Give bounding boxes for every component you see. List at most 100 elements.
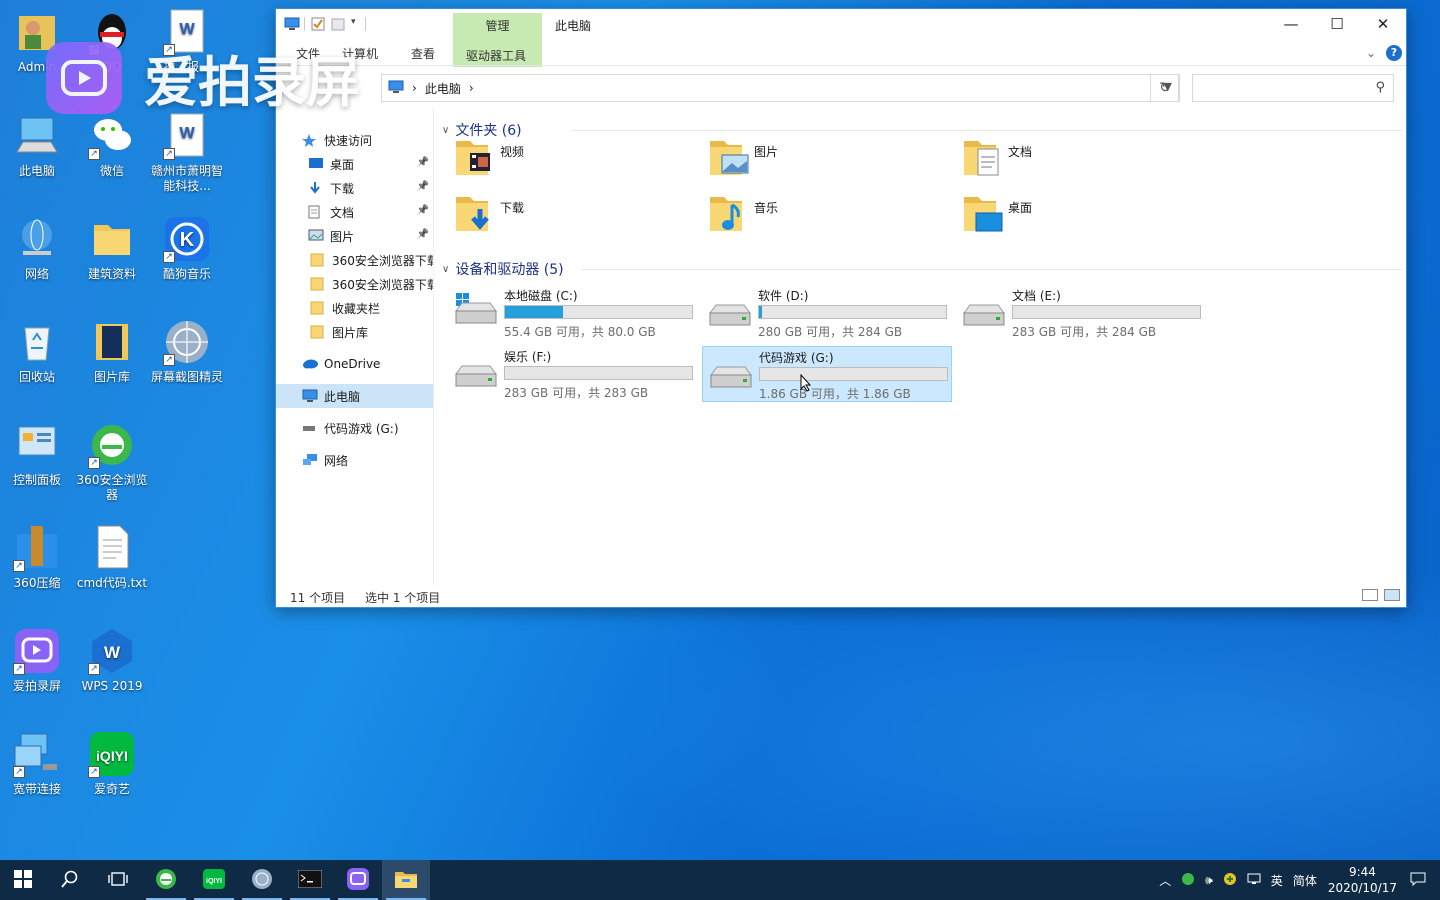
360-tray-icon[interactable] [1181,872,1195,889]
breadcrumb-separator[interactable]: › [412,81,417,95]
taskbar-start-button[interactable] [0,860,46,900]
computer-small-icon[interactable] [284,17,300,31]
taskbar-search-button[interactable] [46,860,94,900]
search-input[interactable]: ⚲ [1192,74,1394,102]
nav-quick-access[interactable]: 快速访问 [276,128,433,152]
desktop-icon[interactable]: ↗ 爱拍录屏 [0,627,74,694]
nav-item[interactable]: 文档 📌 [276,200,433,224]
taskbar-task-view-button[interactable] [94,860,142,900]
desktop-icon[interactable]: W ↗ WPS 2019 [75,627,149,694]
pin-icon[interactable]: 📌 [417,157,429,168]
nav-item[interactable]: 360安全浏览器下载 [276,248,433,272]
nav-network[interactable]: 网络 [276,448,433,472]
control-panel-icon [13,421,61,469]
breadcrumb-this-pc[interactable]: 此电脑 [425,80,461,97]
properties-icon[interactable] [311,17,325,31]
desktop-icon[interactable]: 此电脑 [0,112,74,179]
nav-item[interactable]: 图片 📌 [276,224,433,248]
folder-item[interactable]: 音乐 [708,191,958,243]
drive-item[interactable]: 娱乐 (F:) 283 GB 可用，共 283 GB [448,346,698,402]
svg-text:W: W [179,125,195,142]
desktop-icon[interactable]: W ↗ 赣州市萧明智能科技... [150,112,224,194]
minimize-button[interactable]: — [1268,9,1314,39]
address-bar[interactable]: › 此电脑 › ▼ [381,74,1179,102]
title-bar[interactable]: ▾ 管理 此电脑 — ☐ ✕ [276,9,1406,67]
desktop-icon[interactable]: ↗ 360安全浏览器 [75,421,149,503]
nav-item-label: 图片 [330,229,355,244]
ime-language[interactable]: 英 [1271,872,1283,889]
folder-item[interactable]: 图片 [708,135,958,187]
clock[interactable]: 9:44 2020/10/17 [1328,864,1397,896]
help-icon[interactable]: ? [1386,45,1402,61]
desktop-icon[interactable]: ↗ 360压缩 [0,524,74,591]
desktop-icon[interactable]: ↗ 宽带连接 [0,730,74,797]
taskbar-terminal-button[interactable] [286,860,334,900]
pin-icon[interactable]: 📌 [417,181,429,192]
folder-item[interactable]: 文档 [962,135,1212,187]
desktop-icon[interactable]: cmd代码.txt [75,524,149,591]
desktop-icon[interactable]: 控制面板 [0,421,74,488]
refresh-button[interactable]: ↻ [1150,74,1180,102]
desktop-icon-label: 360压缩 [13,576,61,590]
desktop-icon[interactable]: 网络 [0,215,74,282]
drive-item[interactable]: 文档 (E:) 283 GB 可用，共 284 GB [956,285,1206,341]
ribbon-expand-icon[interactable]: ⌄ [1366,46,1376,60]
security-tray-icon[interactable] [1223,872,1237,889]
drive-usage-fill [759,306,762,318]
chevron-down-icon: ∨ [442,124,450,136]
desktop-icon [308,157,324,171]
chevron-down-icon[interactable]: ▾ [351,17,359,31]
nav-item[interactable]: 360安全浏览器下载 [276,272,433,296]
nav-drive-g[interactable]: 代码游戏 (G:) [276,416,433,440]
nav-onedrive[interactable]: OneDrive [276,352,433,376]
drive-item[interactable]: 代码游戏 (G:) 1.86 GB 可用，共 1.86 GB [702,346,952,402]
taskbar-360-browser-button[interactable] [142,860,190,900]
folder-item[interactable]: 视频 [454,135,704,187]
breadcrumb-separator[interactable]: › [469,81,474,95]
nav-item[interactable]: 桌面 📌 [276,152,433,176]
taskbar-file-explorer-button[interactable] [382,860,430,900]
tab-drive-tools[interactable]: 驱动器工具 [466,47,526,64]
downloads-folder-icon [454,191,494,235]
pin-icon[interactable]: 📌 [417,229,429,240]
details-view-icon[interactable] [1362,589,1378,601]
nav-item[interactable]: 收藏夹栏 [276,296,433,320]
taskbar-aipai-recorder-button[interactable] [334,860,382,900]
large-icons-view-icon[interactable] [1384,589,1400,601]
folder-item[interactable]: 下载 [454,191,704,243]
drive-item[interactable]: 本地磁盘 (C:) 55.4 GB 可用，共 80.0 GB [448,285,698,341]
volume-icon[interactable]: 🕪 [1205,873,1213,888]
desktop-icon[interactable]: ↗ 微信 [75,112,149,179]
drive-item[interactable]: 软件 (D:) 280 GB 可用，共 284 GB [702,285,952,341]
window-title: 此电脑 [555,19,592,33]
taskbar-iqiyi-button[interactable]: iQIYI [190,860,238,900]
desktop-icon[interactable]: K ↗ 酷狗音乐 [150,215,224,282]
clock-time: 9:44 [1348,865,1376,879]
desktop-icon[interactable]: ↗ 屏幕截图精灵 [150,318,224,385]
close-button[interactable]: ✕ [1360,9,1406,39]
video-folder-icon [454,135,494,179]
maximize-button[interactable]: ☐ [1314,9,1360,39]
tab-view[interactable]: 查看 [411,45,435,62]
new-folder-icon[interactable] [331,17,345,31]
nav-item[interactable]: 下载 📌 [276,176,433,200]
desktop-icon[interactable]: iQIYI ↗ 爱奇艺 [75,730,149,797]
network-tray-icon[interactable] [1247,873,1261,888]
pin-icon[interactable]: 📌 [417,205,429,216]
nav-item[interactable]: 图片库 [276,320,433,344]
desktop-icon[interactable]: 建筑资料 [75,215,149,282]
svg-text:iQIYI: iQIYI [206,878,222,885]
nav-item-label: 文档 [330,205,355,220]
drives-group-header[interactable]: ∨ 设备和驱动器 (5) [442,259,1402,279]
notification-icon[interactable] [1410,872,1426,889]
folder-item[interactable]: 桌面 [962,191,1212,243]
nav-this-pc[interactable]: 此电脑 [276,384,433,408]
desktop-icon[interactable]: 回收站 [0,318,74,385]
drive-usage-bar [1012,305,1201,319]
taskbar-globe-app-button[interactable] [238,860,286,900]
tray-expand-icon[interactable]: ︿ [1159,872,1171,889]
desktop-icon[interactable]: 图片库 [75,318,149,385]
ime-mode[interactable]: 简体 [1293,872,1317,889]
folder-icon [310,253,326,267]
explorer-window[interactable]: ▾ 管理 此电脑 — ☐ ✕ 文件 计算机 查看 驱动器工具 ⌄ ? › 此电脑… [275,8,1407,608]
